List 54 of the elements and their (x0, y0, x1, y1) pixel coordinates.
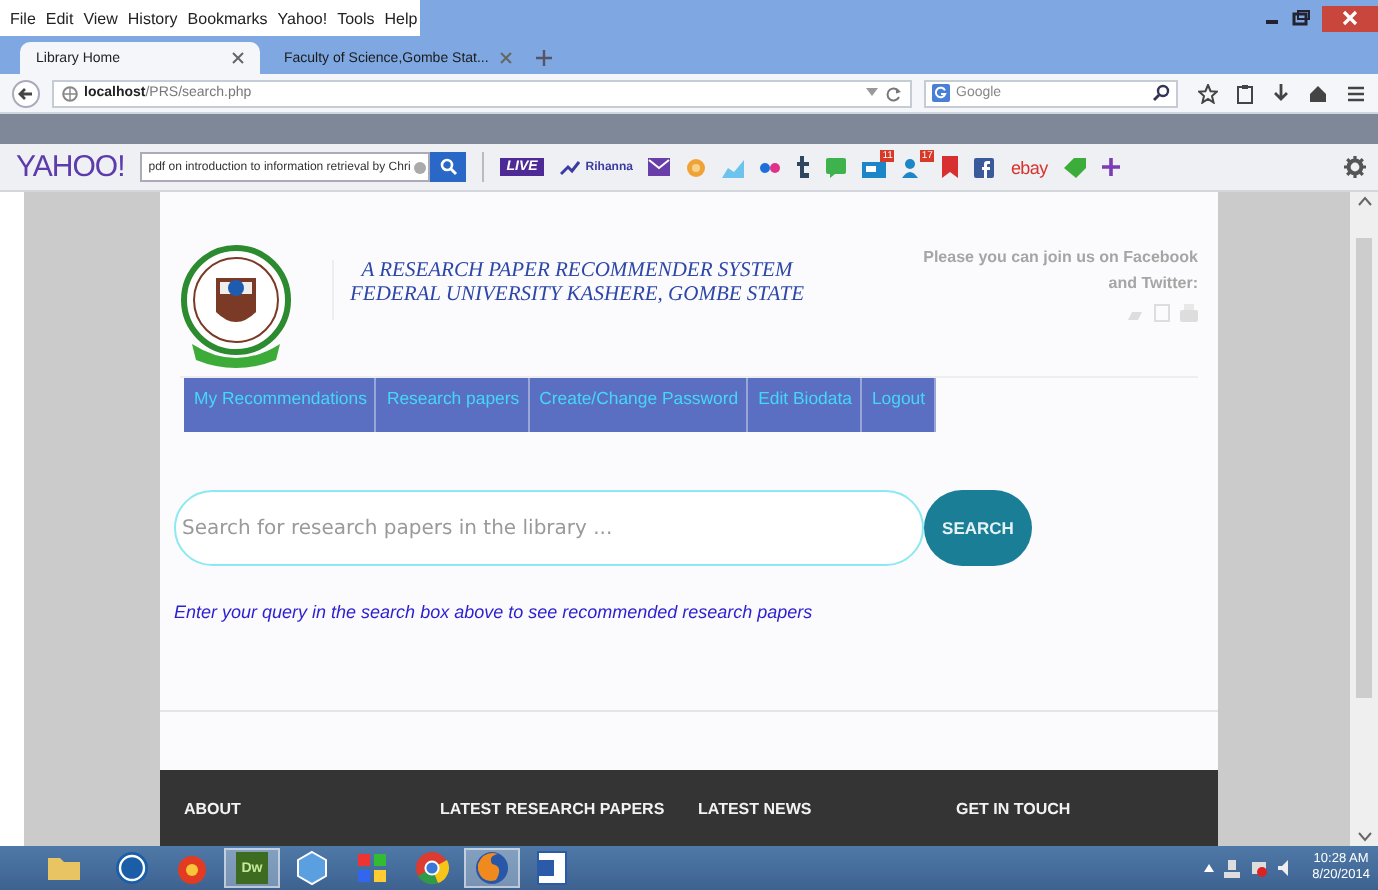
chrome-icon (412, 848, 452, 888)
download-icon[interactable] (1272, 83, 1290, 103)
bookmark-icon[interactable] (942, 156, 959, 178)
add-icon[interactable] (1101, 158, 1120, 176)
reload-icon[interactable] (886, 85, 902, 101)
menu-item[interactable]: History (127, 9, 178, 27)
menu-item[interactable]: File (10, 9, 36, 27)
close-icon[interactable] (232, 52, 244, 64)
clipboard-icon[interactable] (1236, 83, 1254, 103)
home-icon[interactable] (1308, 83, 1328, 103)
dots-icon[interactable] (760, 161, 781, 173)
footer-heading: LATEST NEWS (698, 800, 814, 818)
menu-item[interactable]: View (83, 9, 118, 27)
site-title: A RESEARCH PAPER RECOMMENDER SYSTEM (361, 260, 793, 284)
search-hint: Enter your query in the search box above to see recommended research papers (174, 602, 815, 622)
menu-item[interactable]: Help (384, 9, 418, 27)
dreamweaver-icon (232, 848, 272, 888)
close-button[interactable] (1322, 5, 1378, 31)
mail-icon[interactable] (648, 158, 671, 176)
scroll-up-icon[interactable] (1357, 196, 1371, 206)
menu-item[interactable]: Bookmarks (187, 9, 268, 27)
menu-item[interactable]: Tools (337, 9, 375, 27)
footer-heading: GET IN TOUCH (956, 800, 1073, 818)
footer-heading: LATEST RESEARCH PAPERS (440, 800, 667, 818)
new-tab-icon[interactable] (536, 50, 553, 66)
search-icon[interactable] (1152, 84, 1170, 102)
social-text: Please you can join us on Facebook and Twitter: (921, 246, 1198, 296)
tag-icon[interactable] (1063, 157, 1086, 177)
star-icon[interactable] (1198, 83, 1218, 103)
university-logo-drawing (180, 244, 292, 372)
yahoo-logo[interactable]: YAHOO! (16, 150, 125, 184)
trend-icon (559, 159, 580, 175)
ebay-link[interactable]: ebay (1010, 157, 1048, 177)
letter-t-icon[interactable] (796, 156, 811, 178)
google-icon (932, 84, 950, 102)
scroll-down-icon[interactable] (1357, 832, 1371, 842)
search-button[interactable]: SEARCH (924, 490, 1032, 566)
scrollbar[interactable] (1350, 192, 1378, 846)
site-title: FEDERAL UNIVERSITY KASHERE, GOMBE STATE (350, 284, 804, 308)
dropdown-icon[interactable] (866, 85, 878, 97)
search-icon (439, 158, 458, 176)
taskbar-app[interactable] (464, 848, 520, 888)
search-button[interactable] (430, 152, 467, 182)
back-icon[interactable] (12, 79, 40, 107)
menu-icon[interactable] (1346, 83, 1366, 103)
restore-icon[interactable] (1292, 10, 1310, 26)
close-icon (1342, 10, 1358, 26)
tiles-icon (352, 848, 392, 888)
menu-item[interactable]: Edit (45, 9, 74, 27)
menu-item[interactable]: Yahoo! (277, 9, 328, 27)
settings-icon[interactable] (1344, 156, 1366, 178)
footer-heading: ABOUT (184, 800, 243, 818)
facebook-icon[interactable] (974, 157, 995, 177)
show-hidden-icon[interactable] (1204, 864, 1215, 872)
